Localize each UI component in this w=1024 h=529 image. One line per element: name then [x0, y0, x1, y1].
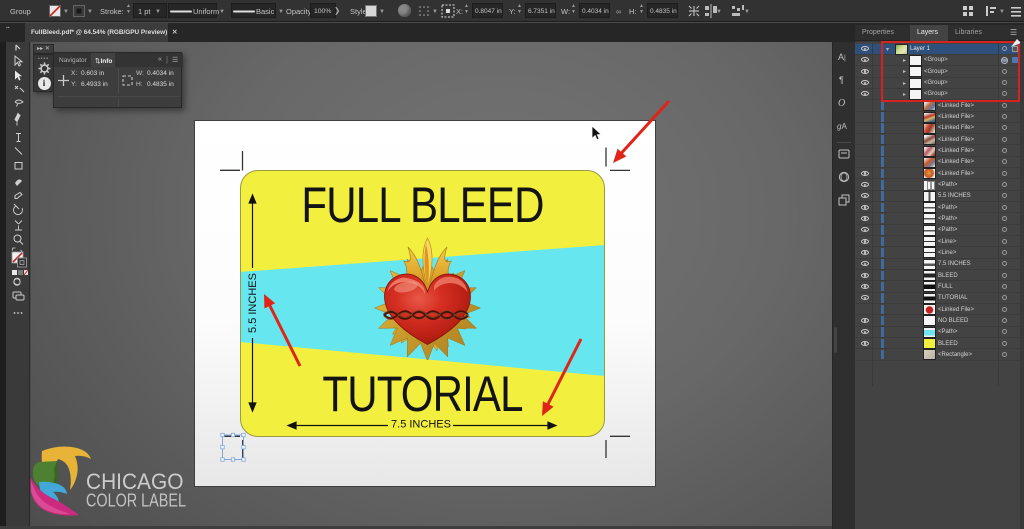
svg-text:COLOR LABEL: COLOR LABEL [86, 491, 186, 511]
